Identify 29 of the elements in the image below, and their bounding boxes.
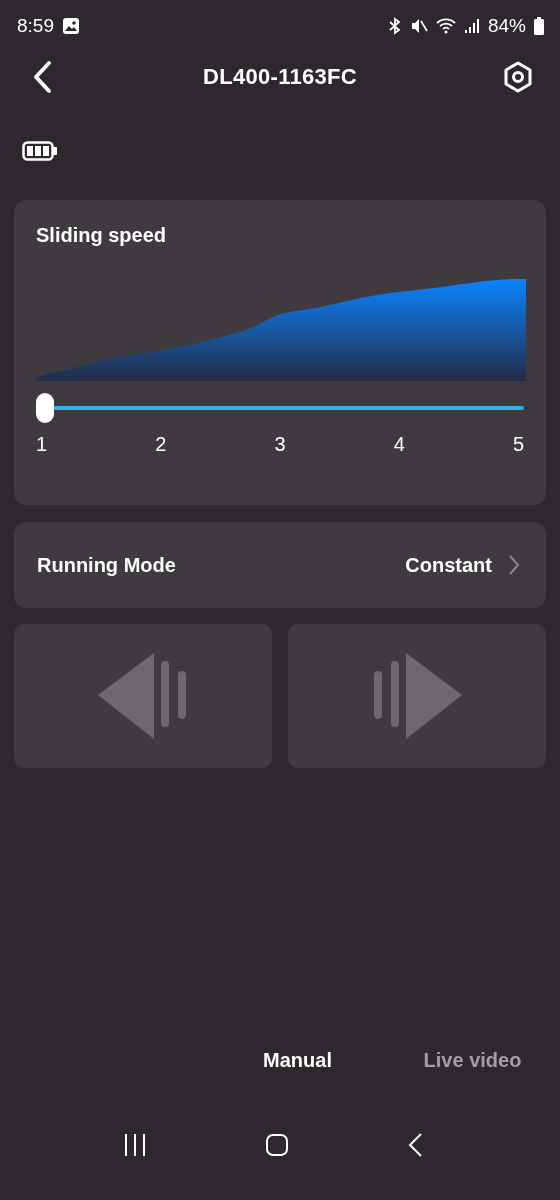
speed-tick-label: 5: [512, 433, 524, 456]
home-icon[interactable]: [265, 1133, 289, 1157]
wifi-icon: [435, 17, 456, 35]
running-mode-row[interactable]: Running Mode Constant: [14, 522, 546, 608]
battery-icon: [534, 17, 544, 35]
battery-percent: 84%: [487, 15, 526, 37]
bluetooth-icon: [387, 17, 402, 35]
image-icon: [62, 17, 80, 35]
back-icon[interactable]: [407, 1132, 423, 1158]
step-left-icon: [98, 653, 188, 739]
device-battery-icon: [22, 141, 58, 161]
running-mode-value: Constant: [405, 553, 492, 577]
slider-thumb[interactable]: [36, 393, 54, 423]
step-right-icon: [372, 653, 462, 739]
running-mode-label: Running Mode: [37, 553, 177, 577]
speed-tick-label: 4: [393, 433, 405, 456]
signal-icon: [463, 18, 480, 34]
card-title: Sliding speed: [36, 224, 168, 247]
mute-icon: [409, 17, 428, 35]
speed-tick-label: 3: [274, 433, 286, 456]
mode-tab[interactable]: Live video: [385, 1048, 560, 1072]
speed-slider[interactable]: [36, 393, 524, 423]
mode-tab[interactable]: Manual: [210, 1048, 385, 1072]
clock: 8:59: [17, 15, 54, 37]
device-title: DL400-1163FC: [203, 64, 357, 90]
chevron-right-icon: [508, 554, 520, 576]
speed-tick-label: 1: [36, 433, 48, 456]
recent-apps-icon[interactable]: [123, 1133, 147, 1157]
speed-tick-label: 2: [155, 433, 167, 456]
